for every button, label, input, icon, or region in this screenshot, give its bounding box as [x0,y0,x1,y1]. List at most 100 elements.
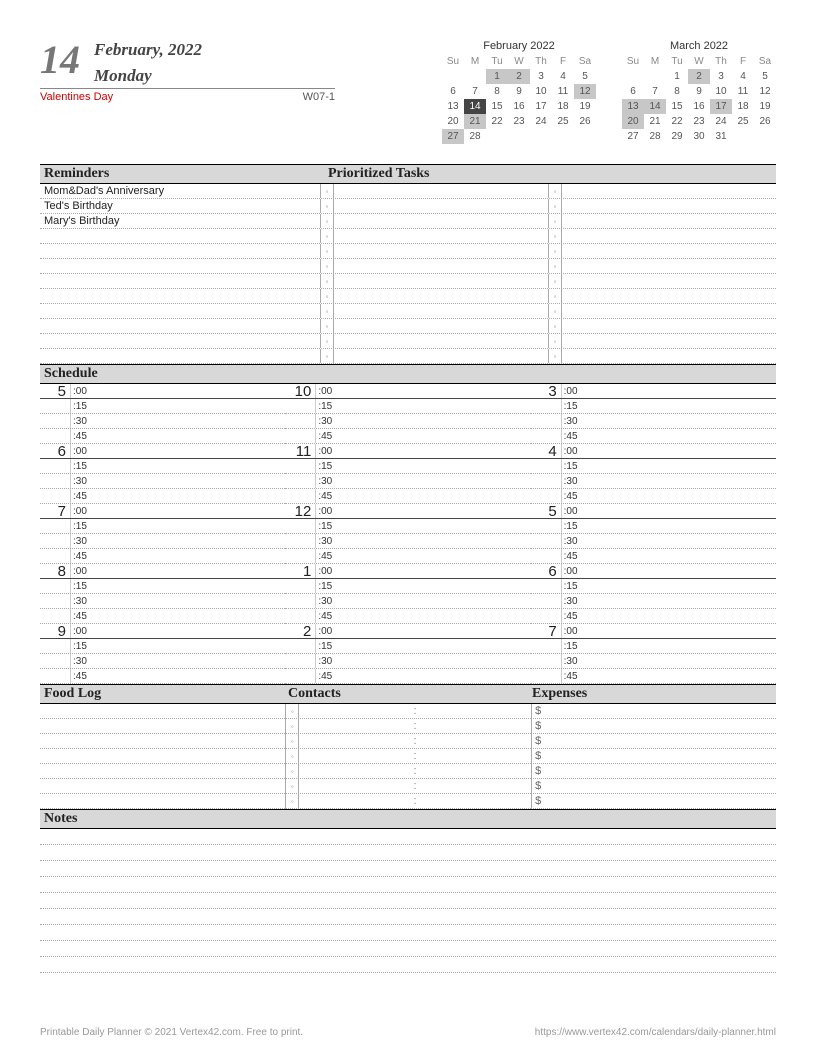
expense-cell[interactable] [545,764,776,778]
task-cell[interactable] [334,349,548,363]
task-cell[interactable] [562,274,776,288]
schedule-cell[interactable] [585,399,776,413]
schedule-cell[interactable] [94,594,285,608]
contact-value-cell[interactable] [419,704,531,718]
schedule-cell[interactable] [339,549,530,563]
contact-value-cell[interactable] [419,764,531,778]
task-cell[interactable] [334,214,548,228]
schedule-cell[interactable] [585,594,776,608]
schedule-cell[interactable] [339,579,530,593]
notes-row[interactable] [40,877,776,893]
task-cell[interactable] [334,334,548,348]
schedule-cell[interactable] [339,534,530,548]
schedule-cell[interactable] [585,609,776,623]
schedule-cell[interactable] [585,564,776,578]
task-cell[interactable] [562,289,776,303]
schedule-cell[interactable] [585,504,776,518]
expense-cell[interactable] [545,794,776,808]
task-cell[interactable] [562,184,776,198]
notes-row[interactable] [40,925,776,941]
task-cell[interactable] [562,229,776,243]
schedule-cell[interactable] [94,564,285,578]
food-cell[interactable] [40,719,285,733]
reminder-cell[interactable] [40,259,320,273]
schedule-cell[interactable] [585,474,776,488]
expense-cell[interactable] [545,779,776,793]
expense-cell[interactable] [545,719,776,733]
schedule-cell[interactable] [585,624,776,638]
contact-name-cell[interactable] [299,779,411,793]
schedule-cell[interactable] [94,399,285,413]
notes-row[interactable] [40,909,776,925]
task-cell[interactable] [562,334,776,348]
food-cell[interactable] [40,779,285,793]
schedule-cell[interactable] [339,474,530,488]
schedule-cell[interactable] [585,444,776,458]
task-cell[interactable] [334,229,548,243]
contact-name-cell[interactable] [299,764,411,778]
notes-row[interactable] [40,861,776,877]
contact-value-cell[interactable] [419,734,531,748]
food-cell[interactable] [40,734,285,748]
schedule-cell[interactable] [94,504,285,518]
contact-name-cell[interactable] [299,704,411,718]
reminder-cell[interactable] [40,244,320,258]
contact-value-cell[interactable] [419,749,531,763]
reminder-cell[interactable] [40,229,320,243]
notes-row[interactable] [40,845,776,861]
food-cell[interactable] [40,794,285,808]
schedule-cell[interactable] [339,444,530,458]
schedule-cell[interactable] [585,384,776,398]
schedule-cell[interactable] [94,579,285,593]
schedule-cell[interactable] [585,519,776,533]
contact-name-cell[interactable] [299,719,411,733]
expense-cell[interactable] [545,704,776,718]
schedule-cell[interactable] [585,429,776,443]
reminder-cell[interactable]: Ted's Birthday [40,199,320,213]
task-cell[interactable] [334,289,548,303]
schedule-cell[interactable] [94,669,285,683]
reminder-cell[interactable] [40,319,320,333]
schedule-cell[interactable] [94,654,285,668]
contact-value-cell[interactable] [419,779,531,793]
schedule-cell[interactable] [585,459,776,473]
schedule-cell[interactable] [94,519,285,533]
schedule-cell[interactable] [94,489,285,503]
schedule-cell[interactable] [339,639,530,653]
task-cell[interactable] [334,304,548,318]
reminder-cell[interactable] [40,304,320,318]
task-cell[interactable] [562,259,776,273]
schedule-cell[interactable] [339,399,530,413]
schedule-cell[interactable] [94,534,285,548]
task-cell[interactable] [334,319,548,333]
schedule-cell[interactable] [339,384,530,398]
task-cell[interactable] [562,319,776,333]
task-cell[interactable] [562,199,776,213]
contact-name-cell[interactable] [299,734,411,748]
schedule-cell[interactable] [585,549,776,563]
schedule-cell[interactable] [94,624,285,638]
schedule-cell[interactable] [339,519,530,533]
schedule-cell[interactable] [339,609,530,623]
schedule-cell[interactable] [94,414,285,428]
schedule-cell[interactable] [94,474,285,488]
schedule-cell[interactable] [94,459,285,473]
notes-row[interactable] [40,957,776,973]
expense-cell[interactable] [545,749,776,763]
schedule-cell[interactable] [339,594,530,608]
schedule-cell[interactable] [94,429,285,443]
schedule-cell[interactable] [339,459,530,473]
schedule-cell[interactable] [339,654,530,668]
task-cell[interactable] [334,274,548,288]
schedule-cell[interactable] [585,579,776,593]
task-cell[interactable] [334,184,548,198]
food-cell[interactable] [40,704,285,718]
task-cell[interactable] [334,244,548,258]
schedule-cell[interactable] [339,429,530,443]
schedule-cell[interactable] [339,414,530,428]
task-cell[interactable] [562,349,776,363]
schedule-cell[interactable] [339,504,530,518]
food-cell[interactable] [40,764,285,778]
task-cell[interactable] [562,304,776,318]
schedule-cell[interactable] [339,489,530,503]
